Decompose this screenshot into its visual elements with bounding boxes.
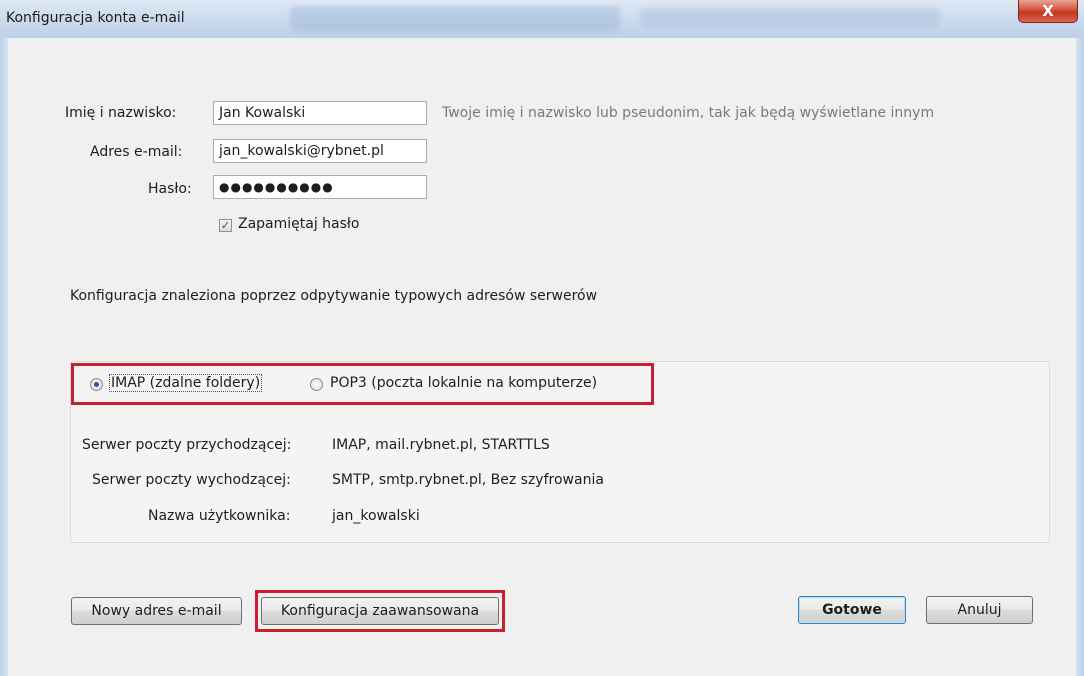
outgoing-server-label: Serwer poczty wychodzącej:: [92, 472, 291, 488]
protocol-highlight-frame: [71, 363, 654, 405]
dialog-window: Konfiguracja konta e-mail X Imię i nazwi…: [0, 0, 1084, 676]
name-input[interactable]: Jan Kowalski: [213, 101, 427, 125]
name-hint: Twoje imię i nazwisko lub pseudonim, tak…: [442, 105, 935, 121]
close-icon: X: [1042, 2, 1054, 20]
close-button[interactable]: X: [1018, 0, 1078, 23]
username-label: Nazwa użytkownika:: [148, 508, 291, 524]
title-bar[interactable]: Konfiguracja konta e-mail X: [0, 0, 1084, 39]
incoming-server-value: IMAP, mail.rybnet.pl, STARTTLS: [332, 437, 550, 453]
title-bar-glass: [640, 8, 940, 28]
incoming-server-label: Serwer poczty przychodzącej:: [82, 437, 292, 453]
window-title: Konfiguracja konta e-mail: [6, 10, 185, 26]
title-bar-glass: [290, 6, 620, 32]
remember-password-checkbox[interactable]: ✓: [219, 219, 232, 232]
dialog-content: Imię i nazwisko: Jan Kowalski Twoje imię…: [8, 38, 1076, 676]
email-input[interactable]: jan_kowalski@rybnet.pl: [213, 139, 427, 163]
done-button[interactable]: Gotowe: [798, 596, 906, 624]
new-email-button[interactable]: Nowy adres e-mail: [71, 597, 242, 625]
cancel-button[interactable]: Anuluj: [926, 596, 1033, 624]
email-label: Adres e-mail:: [90, 144, 183, 160]
outgoing-server-value: SMTP, smtp.rybnet.pl, Bez szyfrowania: [332, 472, 604, 488]
username-value: jan_kowalski: [332, 508, 420, 524]
remember-password-label[interactable]: Zapamiętaj hasło: [238, 216, 359, 232]
password-label: Hasło:: [148, 181, 192, 197]
window-frame-right: [1076, 38, 1084, 676]
password-input[interactable]: ●●●●●●●●●●: [213, 175, 427, 199]
window-frame-left: [0, 38, 8, 676]
advanced-highlight-frame: [255, 590, 505, 632]
name-label: Imię i nazwisko:: [65, 105, 177, 121]
config-status-text: Konfiguracja znaleziona poprzez odpytywa…: [70, 288, 598, 304]
